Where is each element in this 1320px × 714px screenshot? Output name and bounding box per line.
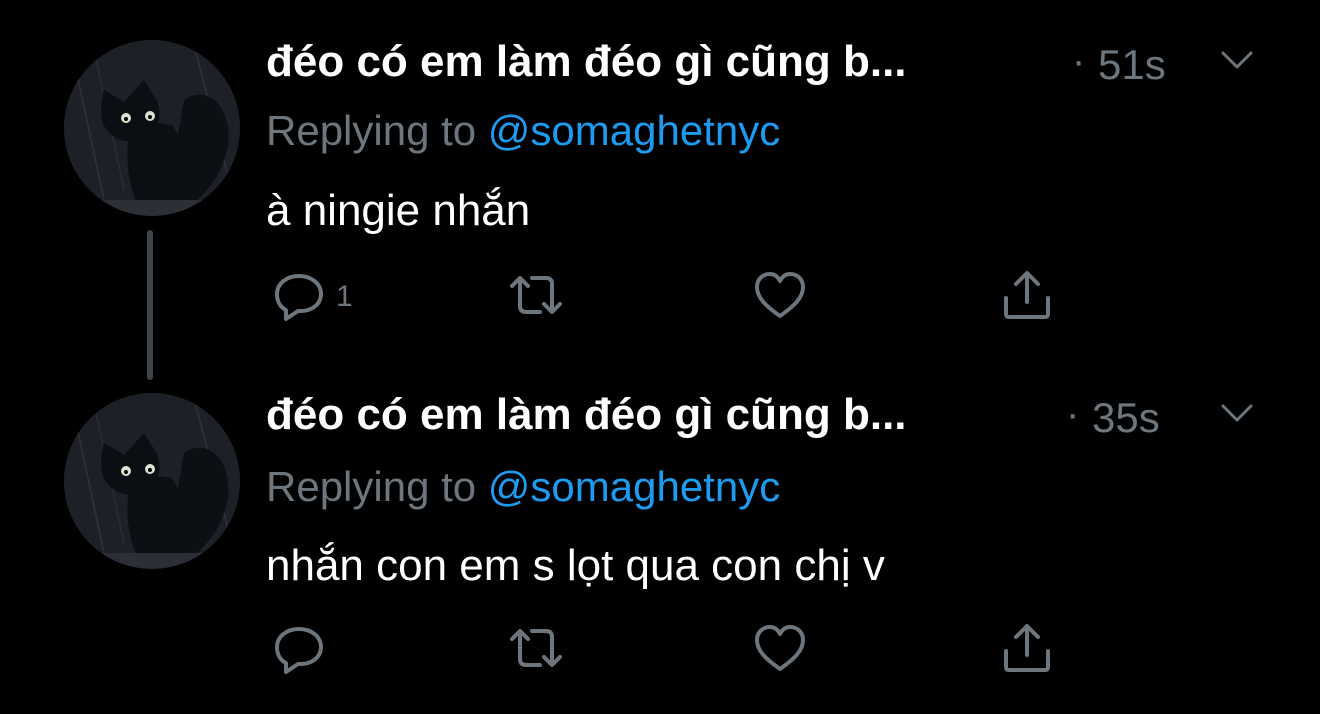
black-cat-avatar-icon xyxy=(64,393,240,569)
share-icon xyxy=(1004,271,1050,319)
retweet-icon xyxy=(510,629,562,667)
retweet-icon xyxy=(510,276,562,314)
share-icon xyxy=(1004,624,1050,672)
tweet[interactable]: đéo có em làm đéo gì cũng b... · 51s Rep… xyxy=(0,0,1320,380)
reply-button[interactable]: 1 xyxy=(272,268,353,322)
tweet-header: đéo có em làm đéo gì cũng b... · 51s xyxy=(266,37,1266,97)
reply-count: 1 xyxy=(336,280,353,313)
tweet-actions: 1 xyxy=(266,268,1066,328)
tweet-actions xyxy=(266,621,1066,681)
reply-icon xyxy=(275,627,323,674)
tweet[interactable]: đéo có em làm đéo gì cũng b... · 35s Rep… xyxy=(0,357,1320,714)
replying-to: Replying to @somaghetnyc xyxy=(266,107,780,155)
mention-link[interactable]: @somaghetnyc xyxy=(488,463,780,510)
heart-icon xyxy=(755,625,805,671)
like-button[interactable] xyxy=(752,268,808,322)
chevron-down-icon[interactable] xyxy=(1219,400,1255,426)
share-button[interactable] xyxy=(1000,268,1054,322)
reply-icon xyxy=(275,274,323,321)
timestamp[interactable]: 51s xyxy=(1098,41,1166,89)
separator-dot: · xyxy=(1072,39,1086,83)
retweet-button[interactable] xyxy=(506,268,566,322)
replying-to: Replying to @somaghetnyc xyxy=(266,463,780,511)
replying-prefix: Replying to xyxy=(266,107,488,154)
avatar[interactable] xyxy=(64,393,240,569)
tweet-text: à ningie nhắn xyxy=(266,186,531,235)
display-name[interactable]: đéo có em làm đéo gì cũng b... xyxy=(266,37,1056,87)
timestamp[interactable]: 35s xyxy=(1092,394,1160,442)
chevron-down-icon[interactable] xyxy=(1219,47,1255,73)
retweet-button[interactable] xyxy=(506,621,566,675)
mention-link[interactable]: @somaghetnyc xyxy=(488,107,780,154)
black-cat-avatar-icon xyxy=(64,40,240,216)
separator-dot: · xyxy=(1066,392,1080,436)
replying-prefix: Replying to xyxy=(266,463,488,510)
display-name[interactable]: đéo có em làm đéo gì cũng b... xyxy=(266,390,1056,440)
share-button[interactable] xyxy=(1000,621,1054,675)
tweet-header: đéo có em làm đéo gì cũng b... · 35s xyxy=(266,390,1266,450)
reply-button[interactable] xyxy=(272,621,336,675)
avatar[interactable] xyxy=(64,40,240,216)
tweet-text: nhắn con em s lọt qua con chị v xyxy=(266,541,885,590)
heart-icon xyxy=(755,272,805,318)
like-button[interactable] xyxy=(752,621,808,675)
